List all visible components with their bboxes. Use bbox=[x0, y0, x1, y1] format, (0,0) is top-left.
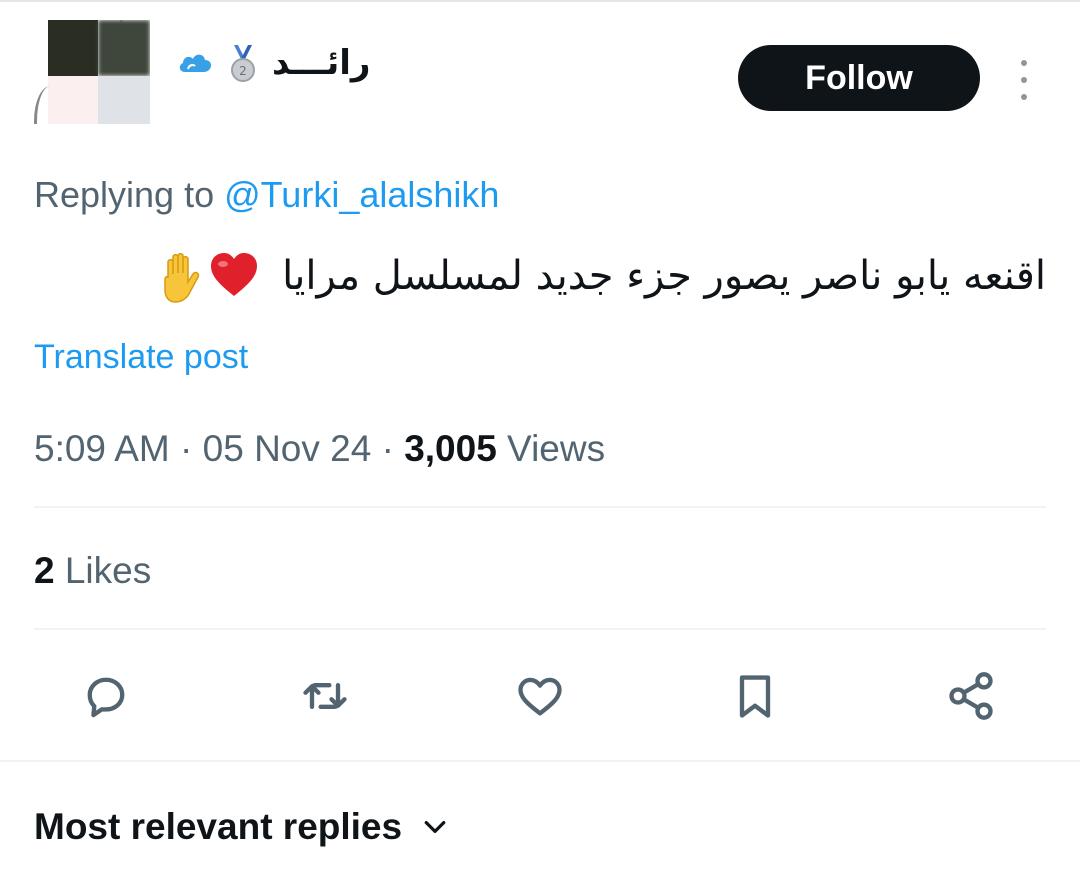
divider bbox=[34, 506, 1046, 508]
post-text: اقنعه يابو ناصر يصور جزء جديد لمسلسل مرا… bbox=[34, 244, 1046, 308]
post-emojis bbox=[155, 252, 259, 304]
replying-prefix: Replying to bbox=[34, 174, 225, 215]
cloud-icon bbox=[179, 54, 212, 72]
top-edge bbox=[0, 0, 1080, 2]
likes-label: Likes bbox=[54, 550, 152, 591]
author-display-name[interactable]: رائـــد bbox=[272, 43, 371, 83]
bookmark-button[interactable] bbox=[727, 668, 783, 724]
post-meta: 5:09 AM · 05 Nov 24 · 3,005 Views bbox=[34, 428, 605, 470]
like-icon bbox=[518, 677, 562, 716]
avatar[interactable] bbox=[34, 20, 150, 124]
repost-button[interactable] bbox=[297, 668, 353, 724]
replies-sort-label: Most relevant replies bbox=[34, 806, 403, 847]
post-text-body: اقنعه يابو ناصر يصور جزء جديد لمسلسل مرا… bbox=[282, 253, 1046, 299]
views-label: Views bbox=[496, 428, 606, 469]
likes-stat[interactable]: 2 Likes bbox=[34, 550, 151, 592]
post-timestamp[interactable]: 5:09 AM · 05 Nov 24 · bbox=[34, 428, 404, 469]
medal-icon: 2 bbox=[231, 45, 255, 82]
red-heart-icon bbox=[211, 253, 258, 296]
share-button[interactable] bbox=[943, 668, 999, 724]
chevron-down-icon bbox=[424, 821, 446, 833]
replies-sort-dropdown[interactable]: Most relevant replies bbox=[34, 806, 450, 848]
translate-post-link[interactable]: Translate post bbox=[34, 338, 248, 377]
bookmark-icon bbox=[739, 675, 771, 718]
svg-text:2: 2 bbox=[239, 64, 247, 78]
likes-count: 2 bbox=[34, 550, 55, 591]
more-options-icon[interactable] bbox=[1014, 60, 1034, 100]
reply-button[interactable] bbox=[78, 668, 134, 724]
replying-handle-link[interactable]: @Turki_alalshikh bbox=[224, 174, 499, 215]
like-button[interactable] bbox=[512, 668, 568, 724]
author-row: 2 رائـــد bbox=[176, 38, 371, 88]
raised-hand-icon bbox=[164, 253, 200, 303]
share-icon bbox=[949, 672, 993, 720]
divider bbox=[34, 628, 1046, 630]
views-count: 3,005 bbox=[404, 428, 497, 469]
repost-icon bbox=[303, 683, 347, 709]
reply-icon bbox=[87, 677, 125, 718]
follow-button[interactable]: Follow bbox=[738, 45, 980, 111]
replying-to: Replying to @Turki_alalshikh bbox=[34, 174, 499, 216]
section-divider bbox=[0, 760, 1080, 762]
